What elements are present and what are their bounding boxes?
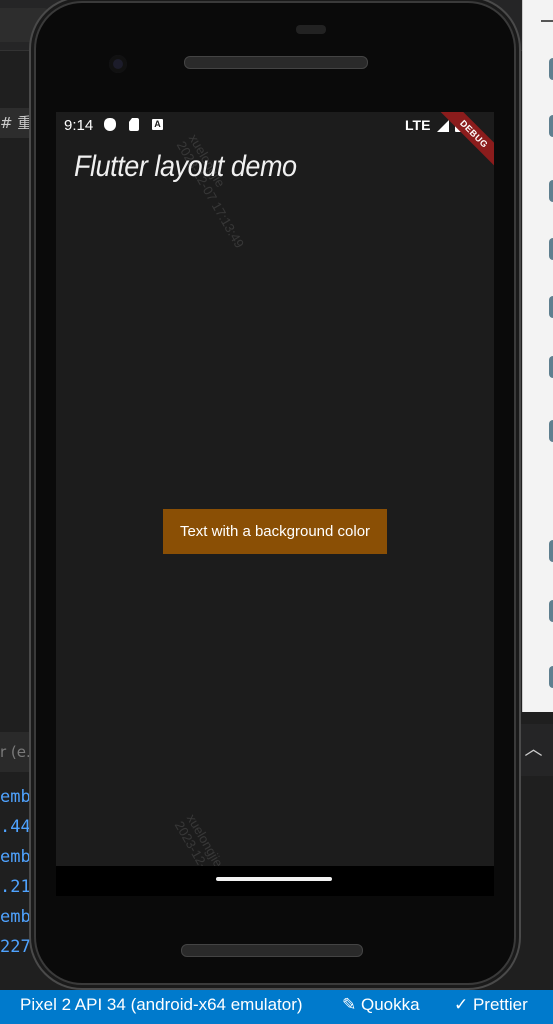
- status-time: 9:14: [64, 117, 94, 134]
- rotate-right-icon[interactable]: [549, 296, 553, 318]
- home-icon[interactable]: [549, 540, 553, 562]
- volume-down-icon[interactable]: [549, 180, 553, 202]
- shield-icon: [104, 118, 116, 131]
- device-selector[interactable]: Pixel 2 API 34 (android-x64 emulator): [20, 990, 303, 1020]
- sd-card-icon: [129, 118, 139, 131]
- android-status-bar: 9:14 A LTE: [56, 112, 494, 140]
- network-type: LTE: [405, 117, 431, 133]
- front-camera-icon: [109, 55, 127, 73]
- watermark: xuelongjie 2023-12-07 17:13:49: [171, 811, 227, 867]
- phone-screen: 9:14 A LTE DEBUG Flutter layout demo xue…: [56, 112, 494, 866]
- quokka-label: Quokka: [360, 995, 420, 1014]
- minimize-icon[interactable]: [541, 20, 553, 22]
- signal-icon: [437, 120, 449, 132]
- prettier-status[interactable]: ✓ Prettier: [454, 990, 528, 1020]
- prettier-label: Prettier: [472, 995, 528, 1014]
- rotate-left-icon[interactable]: [549, 238, 553, 260]
- a-icon: A: [152, 119, 163, 130]
- background-color-text: Text with a background color: [163, 509, 387, 554]
- sensor: [296, 25, 326, 34]
- emulator-toolbar: [522, 0, 553, 712]
- android-nav-bar: [56, 866, 494, 896]
- more-icon[interactable]: [549, 666, 553, 688]
- volume-up-icon[interactable]: [549, 115, 553, 137]
- home-gesture-pill[interactable]: [216, 877, 332, 881]
- power-icon[interactable]: [549, 58, 553, 80]
- chevron-up-icon[interactable]: ︿: [514, 724, 553, 776]
- overview-icon[interactable]: [549, 600, 553, 622]
- bottom-speaker: [181, 944, 363, 957]
- camera-icon[interactable]: [549, 420, 553, 442]
- earpiece-speaker: [184, 56, 368, 69]
- quokka-status[interactable]: ✎ Quokka: [342, 990, 420, 1020]
- ide-status-bar: Pixel 2 API 34 (android-x64 emulator) ✎ …: [0, 990, 553, 1024]
- back-icon[interactable]: [549, 356, 553, 378]
